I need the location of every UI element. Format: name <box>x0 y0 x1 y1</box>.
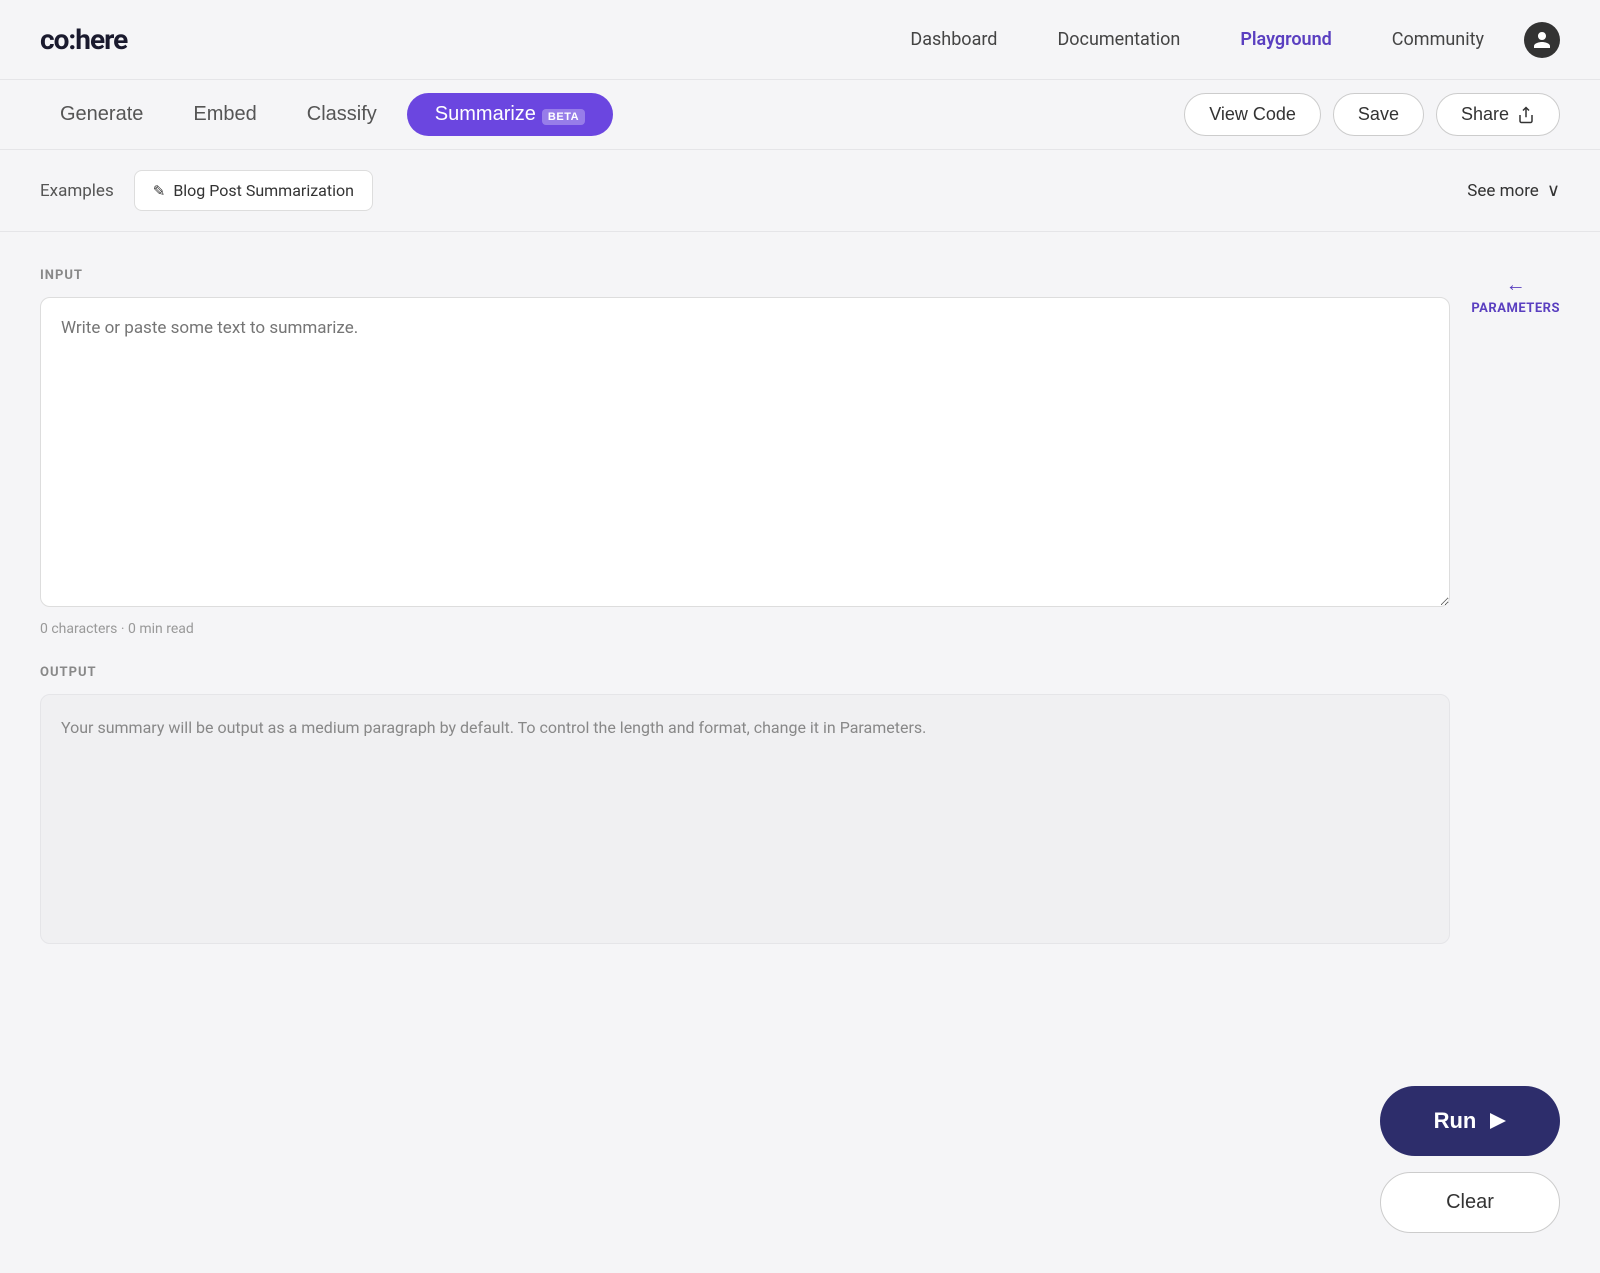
see-more-button[interactable]: See more ∨ <box>1467 180 1560 201</box>
nav-link-community[interactable]: Community <box>1392 29 1484 50</box>
sub-nav: Generate Embed Classify SummarizeBETA Vi… <box>0 80 1600 150</box>
input-wrapper <box>40 297 1450 611</box>
input-label: INPUT <box>40 268 1450 283</box>
output-box: Your summary will be output as a medium … <box>40 694 1450 944</box>
navbar: co:here Dashboard Documentation Playgrou… <box>0 0 1600 80</box>
examples-label: Examples <box>40 181 114 201</box>
left-panel: INPUT 0 characters · 0 min read OUTPUT Y… <box>40 268 1450 944</box>
char-count: 0 characters · 0 min read <box>40 621 1450 637</box>
nav-link-dashboard[interactable]: Dashboard <box>910 29 997 50</box>
parameters-label: PARAMETERS <box>1471 301 1560 316</box>
share-button[interactable]: Share <box>1436 93 1560 136</box>
examples-bar: Examples ✎ Blog Post Summarization See m… <box>0 150 1600 232</box>
tab-classify[interactable]: Classify <box>287 95 397 134</box>
params-panel: ← PARAMETERS <box>1480 268 1560 944</box>
nav-links: Dashboard Documentation Playground Commu… <box>910 29 1484 50</box>
tab-embed[interactable]: Embed <box>173 95 276 134</box>
main-content: INPUT 0 characters · 0 min read OUTPUT Y… <box>0 232 1600 980</box>
input-textarea[interactable] <box>40 297 1450 607</box>
avatar[interactable] <box>1524 22 1560 58</box>
nav-link-playground[interactable]: Playground <box>1240 29 1331 50</box>
chevron-down-icon: ∨ <box>1547 180 1560 201</box>
play-icon <box>1490 1113 1506 1129</box>
clear-button[interactable]: Clear <box>1380 1172 1560 1233</box>
arrow-left-icon: ← <box>1506 272 1526 297</box>
logo[interactable]: co:here <box>40 23 127 56</box>
tab-actions: View Code Save Share <box>1184 93 1560 136</box>
view-code-button[interactable]: View Code <box>1184 93 1321 136</box>
parameters-button[interactable]: ← PARAMETERS <box>1471 272 1560 316</box>
tab-generate[interactable]: Generate <box>40 95 163 134</box>
example-chip-blog[interactable]: ✎ Blog Post Summarization <box>134 170 373 211</box>
tab-summarize[interactable]: SummarizeBETA <box>407 93 613 136</box>
run-button[interactable]: Run <box>1380 1086 1560 1156</box>
save-button[interactable]: Save <box>1333 93 1424 136</box>
edit-icon: ✎ <box>153 182 166 200</box>
nav-link-documentation[interactable]: Documentation <box>1057 29 1180 50</box>
beta-badge: BETA <box>542 109 585 125</box>
output-label: OUTPUT <box>40 665 1450 680</box>
run-clear-area: Run Clear <box>1380 1086 1560 1233</box>
